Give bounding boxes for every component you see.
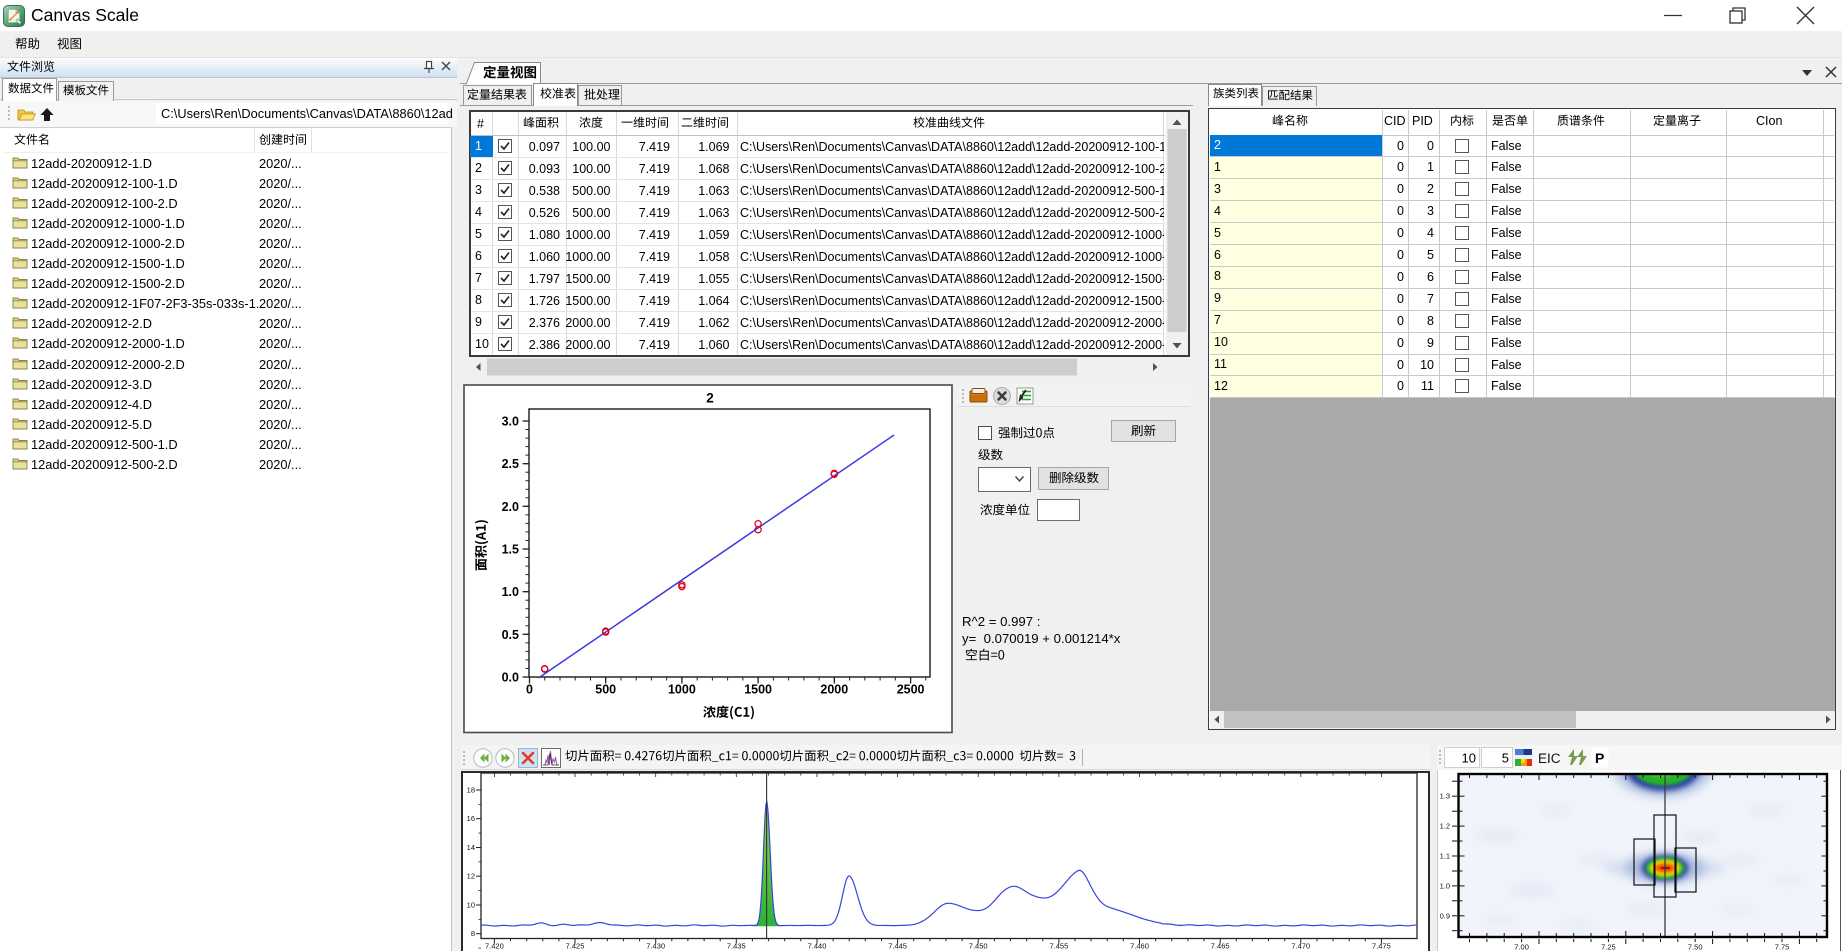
svg-text:7.460: 7.460: [1130, 942, 1149, 951]
svg-text:7.75: 7.75: [1775, 943, 1790, 951]
svg-text:16: 16: [467, 814, 475, 823]
svg-text:7.470: 7.470: [1291, 942, 1310, 951]
svg-text:1.2: 1.2: [1440, 822, 1450, 831]
svg-text:10: 10: [467, 901, 475, 910]
svg-text:7.445: 7.445: [888, 942, 907, 951]
svg-text:1.3: 1.3: [1440, 792, 1450, 801]
svg-text:7.430: 7.430: [646, 942, 665, 951]
svg-text:0.9: 0.9: [1440, 911, 1450, 920]
svg-text:2.0: 2.0: [502, 500, 519, 514]
svg-text:1500: 1500: [744, 683, 772, 697]
svg-text:10: 10: [1462, 751, 1476, 766]
svg-text:1.0: 1.0: [502, 585, 519, 599]
svg-text:14: 14: [467, 843, 475, 852]
svg-text:P: P: [1595, 750, 1604, 766]
svg-text:7.50: 7.50: [1688, 943, 1703, 951]
svg-text:7.440: 7.440: [808, 942, 827, 951]
svg-text:7.455: 7.455: [1050, 942, 1069, 951]
svg-text:7.25: 7.25: [1601, 943, 1616, 951]
svg-text:2.5: 2.5: [502, 457, 519, 471]
svg-text:5: 5: [1502, 751, 1509, 766]
svg-text:7.425: 7.425: [566, 942, 585, 951]
svg-text:0.0: 0.0: [502, 671, 519, 685]
svg-text:2000: 2000: [820, 683, 848, 697]
svg-text:7.475: 7.475: [1372, 942, 1391, 951]
svg-text:500: 500: [595, 683, 616, 697]
svg-text:7.00: 7.00: [1514, 943, 1529, 951]
svg-text:1.1: 1.1: [1440, 852, 1450, 861]
svg-text:7.450: 7.450: [969, 942, 988, 951]
svg-text:1000: 1000: [668, 683, 696, 697]
svg-text:EIC: EIC: [1538, 751, 1561, 766]
svg-text:12: 12: [467, 872, 475, 881]
svg-text:1.0: 1.0: [1440, 881, 1450, 890]
svg-text:18: 18: [467, 786, 475, 795]
svg-text:1.5: 1.5: [502, 543, 519, 557]
svg-text:8: 8: [471, 929, 475, 938]
svg-text:7.420: 7.420: [485, 942, 504, 951]
svg-text:7.465: 7.465: [1211, 942, 1230, 951]
svg-text:7.435: 7.435: [727, 942, 746, 951]
svg-text:2500: 2500: [897, 683, 925, 697]
svg-text:0.5: 0.5: [502, 628, 519, 642]
svg-text:2: 2: [706, 391, 714, 406]
svg-text:0: 0: [526, 683, 533, 697]
svg-text:3.0: 3.0: [502, 415, 519, 429]
